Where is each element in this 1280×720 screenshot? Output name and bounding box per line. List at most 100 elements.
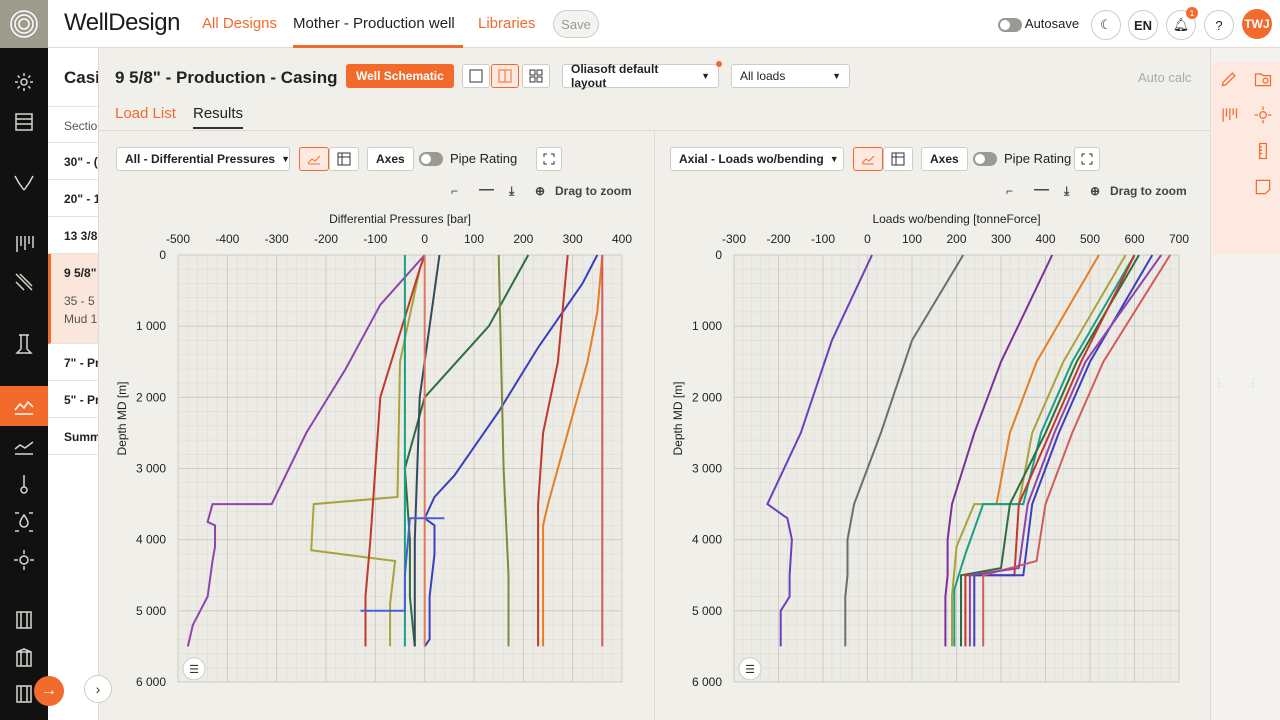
app-brand[interactable]: WellDesign (64, 9, 180, 37)
crop-icon[interactable]: ⌐ (1006, 184, 1013, 198)
dark-mode-icon[interactable]: ☾ (1091, 10, 1121, 40)
y-tick-label: 0 (715, 248, 722, 262)
resize-handle-icon[interactable]: ⋮ (1214, 378, 1224, 389)
x-tick-label: 600 (1124, 232, 1144, 246)
differential-pressure-chart[interactable]: -500 -400 -300 -200 -100 0 100 200 300 400 0 1 000 2… (99, 48, 654, 720)
save-button[interactable]: Save (553, 10, 599, 38)
settings-icon[interactable] (10, 68, 38, 96)
casing-icon[interactable] (10, 230, 38, 258)
x-tick-label: -100 (811, 232, 835, 246)
x-axis-label: Loads wo/bending [tonneForce] (872, 212, 1040, 226)
right-chart-dropdown[interactable]: Axial - Loads wo/bending ▼ (670, 147, 844, 171)
series-line (973, 254, 1154, 647)
section-sub-depth: 35 - 5 (64, 294, 95, 308)
plot-area (733, 254, 1180, 683)
x-tick-label: -200 (766, 232, 790, 246)
download-icon[interactable]: ⤓ (1064, 184, 1069, 199)
casing-icon[interactable] (1212, 98, 1246, 132)
auto-calc-label[interactable]: Auto calc (1138, 70, 1191, 85)
expand-arrow-icon[interactable]: → (34, 676, 64, 706)
help-button[interactable]: ? (1204, 10, 1234, 40)
section-item[interactable]: 5" - Pr (48, 381, 98, 418)
y-tick-label: 5 000 (136, 604, 166, 618)
search-folder-icon[interactable] (1246, 62, 1280, 96)
y-tick-label: 4 000 (136, 533, 166, 547)
language-button[interactable]: EN (1128, 10, 1158, 40)
formation-icon[interactable] (10, 268, 38, 296)
section-item-active[interactable]: 9 5/8" 35 - 5 Mud 1 (48, 254, 98, 344)
line-chart-icon[interactable] (853, 147, 883, 171)
pipe-icon[interactable] (10, 330, 38, 358)
pipe-rating-toggle[interactable] (973, 152, 997, 166)
note-icon[interactable] (1246, 170, 1280, 204)
section-sub-mud: Mud 1 (64, 312, 98, 326)
autosave-switch[interactable] (998, 17, 1022, 32)
fluid-icon[interactable] (10, 508, 38, 536)
y-tick-label: 2 000 (692, 390, 722, 404)
gear-icon[interactable] (10, 546, 38, 574)
autosave-toggle[interactable]: Autosave (998, 16, 1079, 32)
line-chart-icon[interactable] (10, 432, 38, 460)
y-tick-label: 4 000 (692, 533, 722, 547)
chevron-down-icon: ▼ (701, 71, 710, 81)
logo-icon[interactable] (0, 0, 48, 48)
notification-badge: 1 (1186, 7, 1198, 19)
right-chart-dropdown-value: Axial - Loads wo/bending (679, 152, 824, 166)
legend-toggle-icon (738, 657, 762, 681)
x-tick-label: -200 (314, 232, 338, 246)
line-icon[interactable]: — (1034, 181, 1049, 198)
nav-all-designs[interactable]: All Designs (202, 15, 277, 32)
x-tick-label: 200 (513, 232, 533, 246)
y-tick-label: 0 (159, 248, 166, 262)
loads-dropdown-value: All loads (740, 69, 786, 83)
left-rail (0, 0, 48, 720)
series-line (844, 254, 965, 647)
layers-icon[interactable] (10, 108, 38, 136)
gear-icon[interactable] (1246, 98, 1280, 132)
y-tick-label: 2 000 (136, 390, 166, 404)
x-tick-label: 0 (421, 232, 428, 246)
table-icon[interactable] (883, 147, 913, 171)
section-item[interactable]: 20" - 1 (48, 180, 98, 217)
y-tick-label: 3 000 (136, 462, 166, 476)
x-tick-label: 700 (1169, 232, 1189, 246)
x-tick-label: 100 (464, 232, 484, 246)
barrel-icon[interactable] (10, 644, 38, 672)
ruler-icon[interactable] (1246, 134, 1280, 168)
x-tick-label: 100 (902, 232, 922, 246)
nav-current-design[interactable]: Mother - Production well (293, 15, 455, 32)
loads-dropdown[interactable]: All loads ▼ (731, 64, 850, 88)
fullscreen-icon[interactable] (1074, 147, 1100, 171)
section-item[interactable]: 7" - Pr (48, 344, 98, 381)
series-line (953, 254, 1136, 647)
right-rail-column (1246, 62, 1280, 254)
resize-handle-icon[interactable]: ⋮ (1248, 378, 1258, 389)
pencil-icon[interactable] (1212, 62, 1246, 96)
pipe-rating-label: Pipe Rating (1004, 151, 1072, 166)
chart-nav-active[interactable] (0, 386, 48, 426)
top-bar: WellDesign All Designs Mother - Producti… (48, 0, 1280, 48)
y-axis-label: Depth MD [m] (115, 381, 129, 455)
nav-libraries[interactable]: Libraries (478, 15, 536, 32)
chevron-down-icon: ▼ (832, 71, 841, 81)
avatar[interactable]: TWJ (1242, 9, 1272, 39)
trajectory-icon[interactable] (10, 170, 38, 198)
section-header: Sectio (48, 106, 98, 143)
chevron-right-icon[interactable]: › (84, 675, 112, 703)
section-title: Casi (64, 68, 99, 87)
thermometer-icon[interactable] (10, 470, 38, 498)
zoom-icon[interactable]: ⊕ (1090, 184, 1100, 198)
bell-icon[interactable]: 🔔︎ 1 (1166, 7, 1198, 40)
x-tick-label: 300 (563, 232, 583, 246)
section-item-label: 9 5/8" (64, 266, 97, 280)
unsaved-dot (716, 61, 722, 67)
barrel-icon[interactable] (10, 606, 38, 634)
series-line (766, 254, 873, 647)
drag-zoom-label[interactable]: Drag to zoom (1110, 184, 1187, 198)
series-line (951, 254, 1127, 647)
section-item[interactable]: Summ (48, 418, 98, 455)
section-list: Casi Sectio 30" - ( 20" - 1 13 3/8 9 5/8… (48, 48, 99, 720)
axes-button[interactable]: Axes (921, 147, 968, 171)
section-item[interactable]: 13 3/8 (48, 217, 98, 254)
section-item[interactable]: 30" - ( (48, 143, 98, 180)
